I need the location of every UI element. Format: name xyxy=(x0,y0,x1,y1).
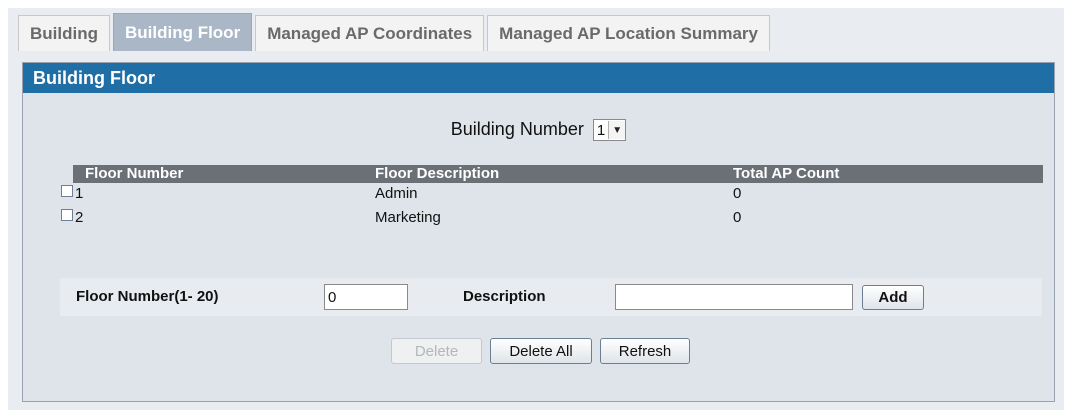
description-label: Description xyxy=(463,288,546,305)
tab-bar: Building Building Floor Managed AP Coord… xyxy=(18,13,773,51)
ap-count-cell: 0 xyxy=(733,209,742,226)
building-number-label: Building Number xyxy=(450,119,584,139)
panel-title: Building Floor xyxy=(23,63,1054,93)
building-number-value: 1 xyxy=(596,121,606,139)
tab-building-floor[interactable]: Building Floor xyxy=(112,13,253,51)
row-checkbox[interactable] xyxy=(61,209,73,221)
tab-building[interactable]: Building xyxy=(18,15,110,51)
building-floor-panel: Building Floor Building Number 1 ▼ Floor… xyxy=(22,62,1055,402)
delete-all-button[interactable]: Delete All xyxy=(490,338,592,364)
column-floor-description: Floor Description xyxy=(375,165,500,182)
table-row: 1 Admin 0 xyxy=(61,184,1043,204)
tab-managed-ap-coordinates[interactable]: Managed AP Coordinates xyxy=(255,15,485,51)
building-number-row: Building Number 1 ▼ xyxy=(23,119,1054,142)
row-checkbox[interactable] xyxy=(61,185,73,197)
chevron-down-icon[interactable]: ▼ xyxy=(608,121,626,140)
page-container: Building Building Floor Managed AP Coord… xyxy=(8,8,1064,410)
table-row: 2 Marketing 0 xyxy=(61,208,1043,228)
floor-description-cell: Admin xyxy=(375,185,418,202)
add-floor-form: Floor Number(1- 20) 0 Description Add xyxy=(60,278,1042,316)
floor-number-cell: 2 xyxy=(75,209,84,226)
ap-count-cell: 0 xyxy=(733,185,742,202)
delete-button[interactable]: Delete xyxy=(391,338,482,364)
floor-number-input[interactable]: 0 xyxy=(324,284,408,310)
floor-number-cell: 1 xyxy=(75,185,84,202)
column-floor-number: Floor Number xyxy=(85,165,184,182)
tab-managed-ap-location-summary[interactable]: Managed AP Location Summary xyxy=(487,15,771,51)
refresh-button[interactable]: Refresh xyxy=(600,338,690,364)
floor-description-cell: Marketing xyxy=(375,209,441,226)
table-header: Floor Number Floor Description Total AP … xyxy=(73,165,1043,183)
column-total-ap-count: Total AP Count xyxy=(733,165,840,182)
add-button[interactable]: Add xyxy=(862,285,924,310)
description-input[interactable] xyxy=(615,284,853,310)
building-number-select[interactable]: 1 ▼ xyxy=(592,119,627,142)
floor-number-label: Floor Number(1- 20) xyxy=(76,288,219,305)
